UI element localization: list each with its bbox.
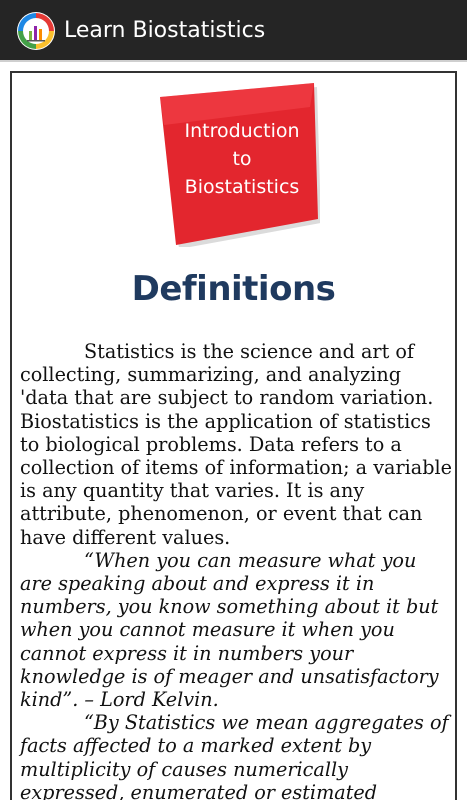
paragraph-statistics-quote: “By Statistics we mean aggregates of fac… — [20, 711, 449, 800]
banner-line1: Introduction — [184, 120, 299, 142]
article-body: Statistics is the science and art of col… — [20, 340, 452, 800]
banner-line2: to — [232, 148, 251, 170]
paragraph-definition: Statistics is the science and art of col… — [20, 340, 452, 549]
app-logo-icon[interactable] — [16, 11, 56, 51]
page-heading: Definitions — [131, 269, 336, 309]
banner-line3: Biostatistics — [185, 176, 300, 198]
app-bar: Learn Biostatistics — [0, 0, 467, 62]
intro-banner-image: Introduction to Biostatistics — [160, 83, 320, 247]
paragraph-kelvin-quote: “When you can measure what you are speak… — [20, 548, 439, 712]
app-title: Learn Biostatistics — [64, 18, 266, 43]
article-content[interactable]: Introduction to Biostatistics Definition… — [10, 71, 457, 800]
